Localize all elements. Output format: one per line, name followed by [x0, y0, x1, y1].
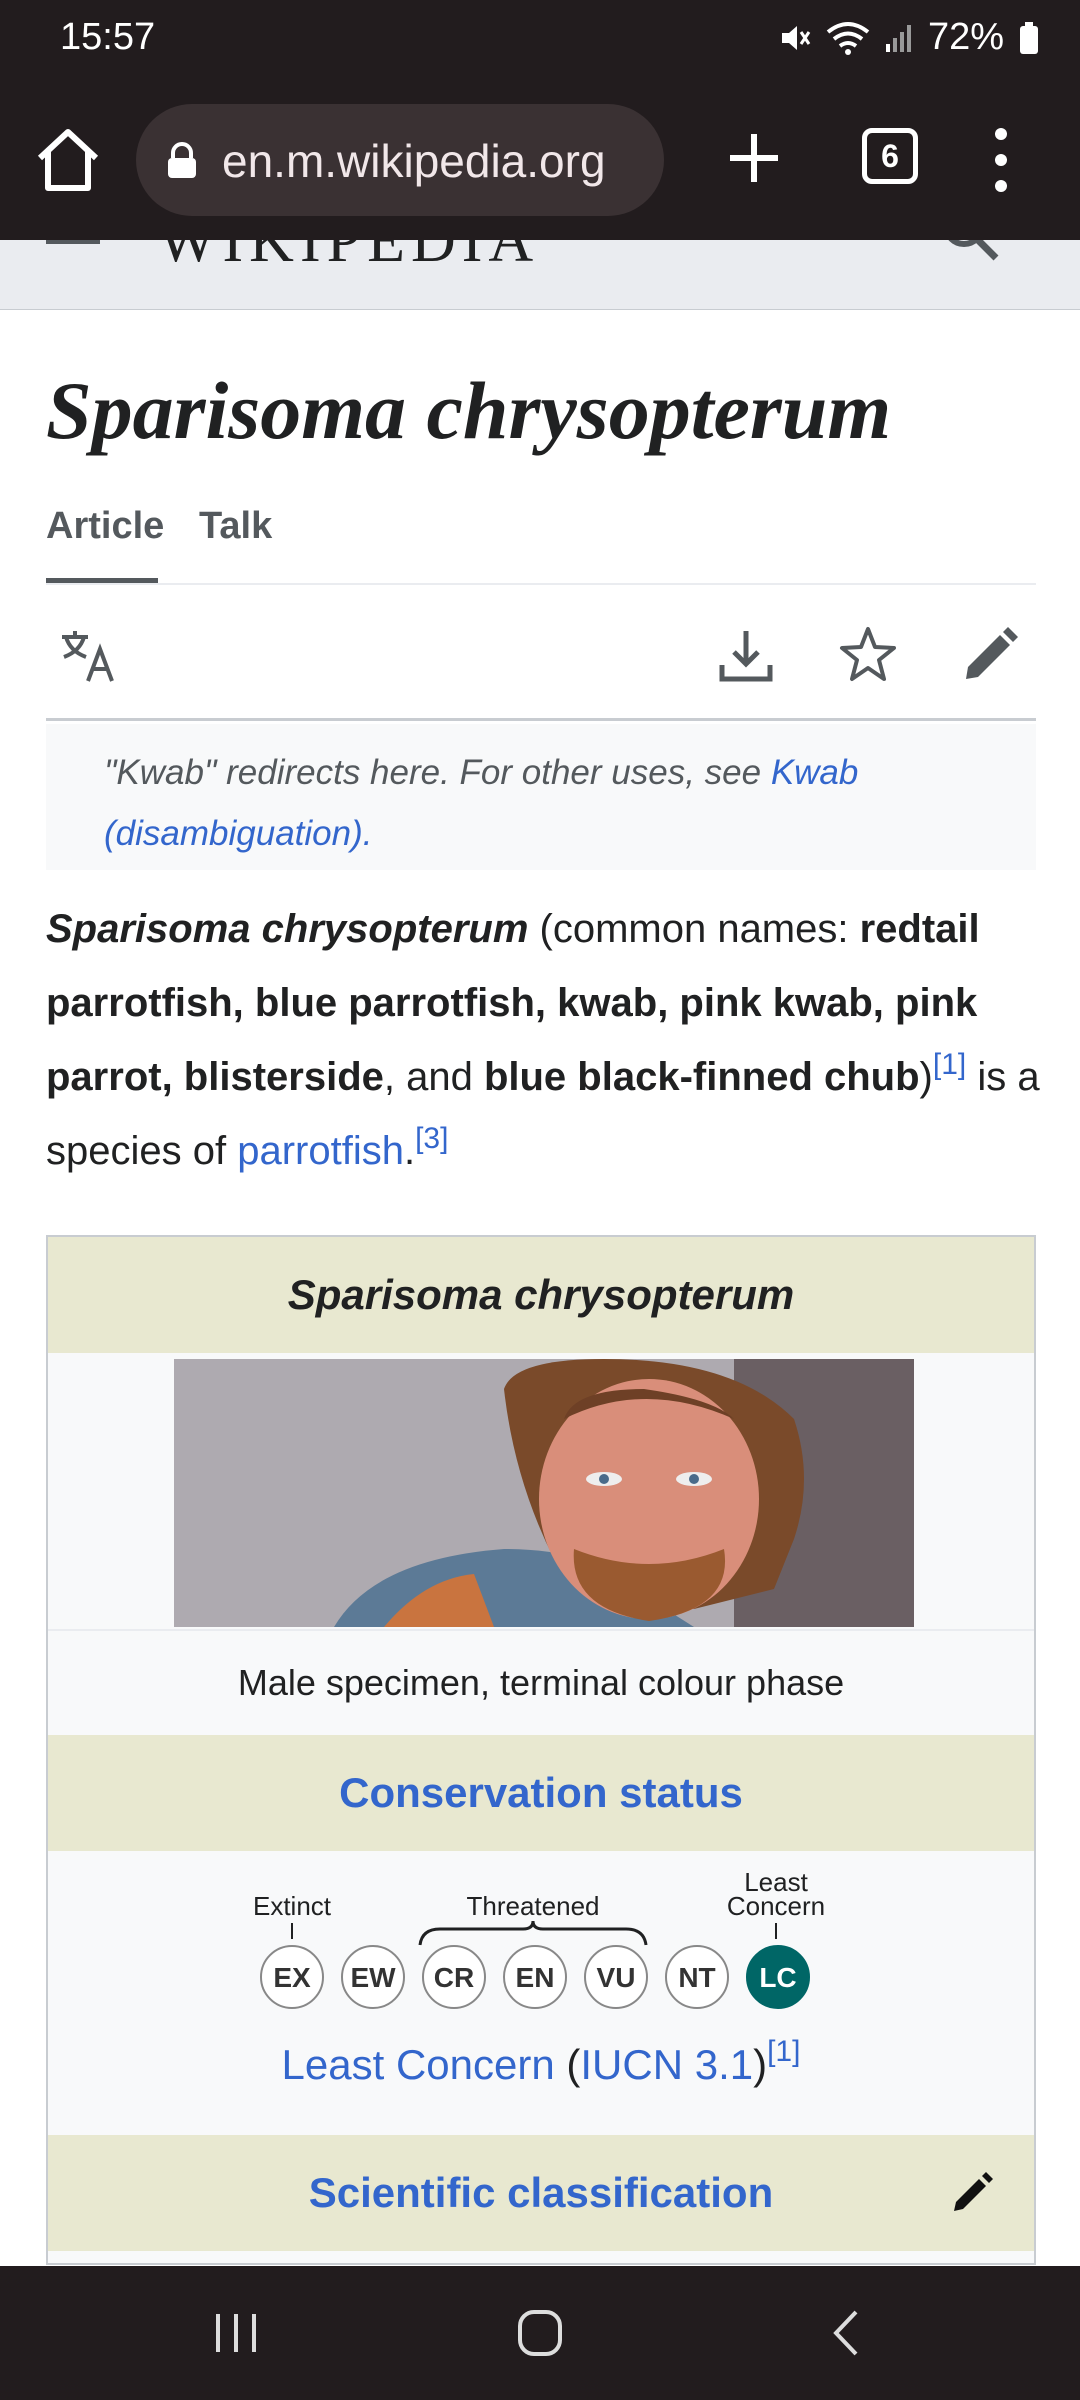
- iucn-label-en: EN: [516, 1962, 555, 1993]
- tab-article[interactable]: Article: [46, 505, 164, 583]
- status-reference[interactable]: [1]: [767, 2035, 800, 2068]
- infobox-image[interactable]: [174, 1359, 914, 1627]
- status-bar: 15:57 72%: [0, 0, 1080, 80]
- scientific-classification-label: Scientific classification: [308, 2169, 774, 2216]
- url-text: en.m.wikipedia.org: [222, 135, 606, 187]
- iucn-label-ew: EW: [350, 1962, 396, 1993]
- lead-last-name: blue black-finned chub: [483, 1055, 920, 1099]
- hatnote: "Kwab" redirects here. For other uses, s…: [46, 724, 1036, 870]
- browser-toolbar: en.m.wikipedia.org 6: [0, 80, 1080, 240]
- iucn-label-concern: Concern: [727, 1891, 825, 1921]
- conservation-status-body: Extinct Threatened Least Concern EX EW CR E…: [48, 1851, 1034, 2135]
- tab-talk[interactable]: Talk: [199, 505, 272, 583]
- status-text: ): [753, 2041, 768, 2088]
- search-icon[interactable]: [938, 240, 1002, 264]
- lead-text: , and: [383, 1055, 484, 1099]
- least-concern-link[interactable]: Least Concern: [282, 2041, 555, 2088]
- tab-switcher-button[interactable]: 6: [862, 128, 918, 184]
- wikipedia-wordmark[interactable]: WIKIPEDIA: [158, 240, 539, 277]
- conservation-status-heading[interactable]: Conservation status: [48, 1735, 1034, 1851]
- recent-apps-icon[interactable]: [206, 2308, 266, 2358]
- infobox-caption: Male specimen, terminal colour phase: [48, 1629, 1034, 1735]
- reference-1[interactable]: [1]: [933, 1048, 966, 1081]
- reference-3[interactable]: [3]: [415, 1122, 448, 1155]
- language-icon[interactable]: [58, 625, 118, 685]
- parrotfish-link[interactable]: parrotfish: [237, 1129, 404, 1173]
- system-nav-bar: [0, 2266, 1080, 2400]
- home-icon[interactable]: [34, 124, 102, 196]
- page-title: Sparisoma chrysopterum: [46, 365, 892, 456]
- battery-percent: 72%: [927, 16, 1004, 58]
- iucn-label-threatened: Threatened: [467, 1891, 600, 1921]
- hatnote-text: "Kwab" redirects here. For other uses, s…: [104, 753, 771, 792]
- lead-text: ): [919, 1055, 933, 1099]
- iucn-label-lc: LC: [759, 1962, 796, 1993]
- back-nav-icon[interactable]: [816, 2308, 876, 2358]
- iucn-label-extinct: Extinct: [253, 1891, 332, 1921]
- lead-species-name: Sparisoma chrysopterum: [46, 907, 529, 951]
- star-icon[interactable]: [838, 625, 898, 685]
- infobox: Sparisoma chrysopterum Male specimen, te…: [46, 1235, 1036, 2265]
- wiki-header: WIKIPEDIA: [0, 240, 1080, 310]
- iucn-label-nt: NT: [678, 1962, 715, 1993]
- new-tab-icon[interactable]: [724, 128, 784, 188]
- status-text: (: [554, 2041, 581, 2088]
- iucn-label-cr: CR: [434, 1962, 474, 1993]
- home-nav-icon[interactable]: [510, 2308, 570, 2358]
- lock-icon: [168, 142, 196, 178]
- specimen-photo: [174, 1359, 914, 1627]
- conservation-status-line: Least Concern (IUCN 3.1)[1]: [48, 2037, 1034, 2089]
- hamburger-menu-icon[interactable]: [46, 240, 100, 244]
- download-icon[interactable]: [716, 625, 776, 685]
- lead-text: (common names:: [528, 907, 860, 951]
- iucn-label-ex: EX: [273, 1962, 311, 1993]
- iucn-label-vu: VU: [597, 1962, 636, 1993]
- edit-classification-icon[interactable]: [950, 2171, 994, 2215]
- lead-paragraph: Sparisoma chrysopterum (common names: re…: [46, 892, 1046, 1188]
- page-tabs: Article Talk: [46, 505, 1036, 585]
- iucn-status-scale[interactable]: Extinct Threatened Least Concern EX EW CR E…: [48, 1851, 1036, 2041]
- status-icons: 72%: [778, 16, 1040, 59]
- iucn-link[interactable]: IUCN 3.1: [580, 2041, 753, 2088]
- more-menu-icon[interactable]: [986, 126, 1016, 194]
- lead-text: .: [403, 1129, 416, 1173]
- signal-icon: [885, 24, 911, 52]
- mute-icon: [781, 25, 811, 50]
- address-bar[interactable]: en.m.wikipedia.org: [136, 104, 664, 216]
- scientific-classification-heading[interactable]: Scientific classification: [48, 2135, 1034, 2251]
- infobox-title: Sparisoma chrysopterum: [48, 1237, 1034, 1353]
- hatnote-end: .: [362, 814, 373, 853]
- wifi-icon: [826, 21, 870, 55]
- page-actions: [46, 585, 1036, 721]
- battery-icon: [1020, 21, 1038, 54]
- edit-icon[interactable]: [960, 625, 1020, 685]
- status-time: 15:57: [60, 16, 156, 58]
